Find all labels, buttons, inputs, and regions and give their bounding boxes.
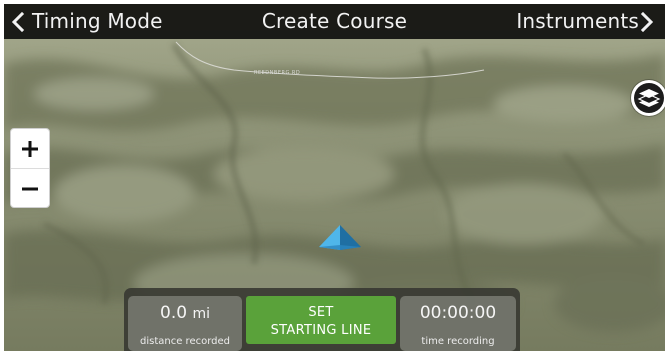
back-button-label: Timing Mode	[32, 9, 163, 33]
zoom-in-button[interactable]	[11, 129, 49, 169]
instruments-button[interactable]: Instruments	[516, 4, 661, 39]
distance-value: 0.0	[160, 303, 188, 323]
layers-button[interactable]	[631, 80, 665, 116]
distance-label: distance recorded	[140, 336, 230, 347]
set-starting-line-button[interactable]: SET STARTING LINE	[246, 296, 396, 344]
top-navigation-bar: Timing Mode Create Course Instruments	[4, 4, 665, 39]
app-window: REEDNBERG RD Timing Mode Create Course I…	[4, 4, 665, 351]
distance-stat: 0.0 mi distance recorded	[128, 296, 242, 351]
zoom-out-button[interactable]	[11, 169, 49, 207]
distance-unit: mi	[192, 306, 210, 322]
back-button[interactable]: Timing Mode	[10, 4, 163, 39]
instruments-button-label: Instruments	[516, 9, 639, 33]
layers-icon	[634, 83, 664, 113]
recording-panel: 0.0 mi distance recorded SET STARTING LI…	[124, 288, 520, 351]
time-stat: 00:00:00 time recording	[400, 296, 516, 351]
set-button-line-2: STARTING LINE	[270, 323, 372, 338]
distance-value-row: 0.0 mi	[128, 303, 242, 323]
chevron-left-icon	[10, 4, 32, 39]
time-value: 00:00:00	[419, 303, 497, 323]
time-label: time recording	[421, 336, 495, 347]
set-button-line-1: SET	[308, 305, 334, 320]
location-arrow-icon	[319, 225, 361, 250]
plus-icon	[22, 140, 38, 157]
road-label: REEDNBERG RD	[254, 70, 301, 76]
minus-icon	[22, 187, 38, 190]
chevron-right-icon	[639, 4, 661, 39]
zoom-control	[10, 128, 50, 208]
